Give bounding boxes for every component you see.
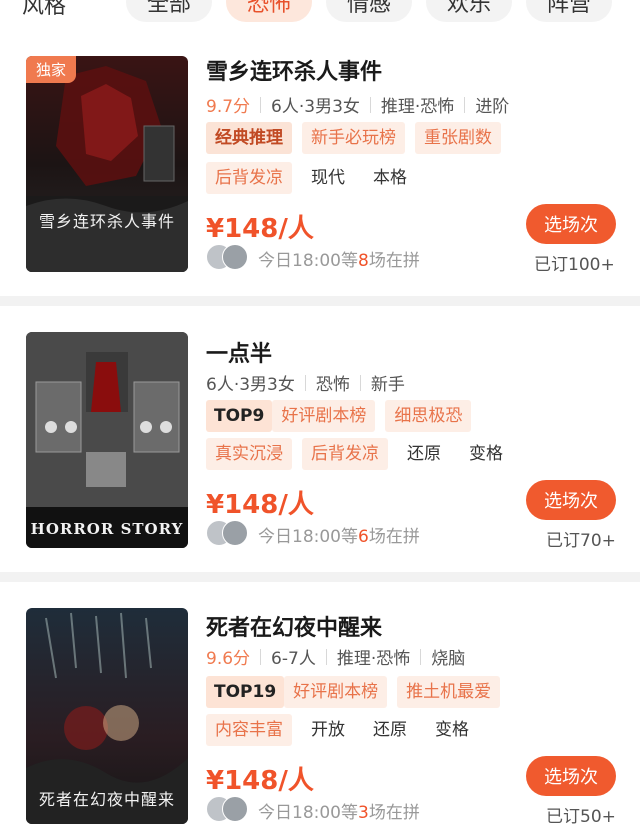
script-title[interactable]: 一点半: [206, 336, 272, 368]
poster-caption: 雪乡连环杀人事件: [38, 212, 175, 231]
tag-row: 内容丰富 开放 还原 变格: [206, 714, 478, 746]
player-count: 6-7人: [271, 649, 316, 669]
tag: 新手必玩榜: [302, 122, 405, 154]
genre: 恐怖: [315, 375, 350, 395]
script-card[interactable]: HORROR STORY 一点半 6人·3男3女 恐怖 新手 TOP9 好评剧本…: [0, 306, 640, 572]
player-avatars: [206, 520, 252, 546]
avatar: [222, 796, 248, 822]
script-meta: 6人·3男3女 恐怖 新手: [206, 370, 405, 395]
tag: 还原: [364, 714, 416, 746]
genre: 推理·恐怖: [336, 649, 411, 669]
poster-caption: 死者在幻夜中醒来: [38, 790, 175, 809]
script-meta: 9.6分 6-7人 推理·恐怖 烧脑: [206, 644, 465, 669]
tag: 推土机最爱: [397, 676, 501, 708]
booked-count: 已订50+: [546, 807, 616, 827]
tag: 细思极恐: [385, 400, 472, 432]
tag-row: TOP19 好评剧本榜 推土机最爱: [206, 676, 501, 708]
tag-row: 经典推理 新手必玩榜 重张剧数: [206, 122, 501, 154]
tag: 后背发凉: [206, 162, 292, 194]
rank-tag: TOP19: [206, 676, 285, 708]
price: ¥148/人: [206, 490, 314, 520]
tag-row: 真实沉浸 后背发凉 还原 变格: [206, 438, 512, 470]
session-info: 今日18:00等3场在拼: [258, 803, 420, 823]
select-session-button[interactable]: 选场次: [526, 756, 616, 796]
player-avatars: [206, 244, 252, 270]
script-card[interactable]: 死者在幻夜中醒来 死者在幻夜中醒来 9.6分 6-7人 推理·恐怖 烧脑 TOP…: [0, 582, 640, 829]
filter-chip-horror[interactable]: 恐怖: [226, 0, 312, 22]
script-meta: 9.7分 6人·3男3女 推理·恐怖 进阶: [206, 92, 509, 117]
session-info: 今日18:00等6场在拼: [258, 527, 420, 547]
select-session-button[interactable]: 选场次: [526, 204, 616, 244]
poster-caption: HORROR STORY: [30, 520, 184, 538]
avatar: [222, 520, 248, 546]
filter-chip-fun[interactable]: 欢乐: [426, 0, 512, 22]
tag: 变格: [426, 714, 478, 746]
style-filter-bar: 风格 全部 恐怖 情感 欢乐 阵营: [0, 0, 640, 34]
poster-image[interactable]: 死者在幻夜中醒来: [26, 608, 188, 824]
filter-chip-faction[interactable]: 阵营: [526, 0, 612, 22]
tag: 还原: [398, 438, 450, 470]
rating-score: 9.7分: [206, 97, 251, 117]
script-title[interactable]: 死者在幻夜中醒来: [206, 610, 382, 642]
rating-score: 9.6分: [206, 649, 251, 669]
player-count: 6人·3男3女: [271, 97, 360, 117]
price: ¥148/人: [206, 214, 314, 244]
tag: 本格: [364, 162, 416, 194]
tag: 好评剧本榜: [272, 400, 376, 432]
tag: 后背发凉: [302, 438, 388, 470]
tag: 重张剧数: [415, 122, 501, 154]
tag: 开放: [302, 714, 354, 746]
tag-row: TOP9 好评剧本榜 细思极恐: [206, 400, 472, 432]
script-card[interactable]: 独家 雪乡连环杀人事件 雪乡连环杀人事件 9.7分 6人·3男3女 推理·恐怖 …: [0, 34, 640, 296]
difficulty: 烧脑: [431, 649, 466, 669]
tag-row: 后背发凉 现代 本格: [206, 162, 416, 194]
filter-chip-emotion[interactable]: 情感: [326, 0, 412, 22]
select-session-button[interactable]: 选场次: [526, 480, 616, 520]
exclusive-badge: 独家: [26, 56, 77, 83]
tag: 经典推理: [206, 122, 292, 154]
booked-count: 已订70+: [546, 531, 616, 551]
poster-image[interactable]: HORROR STORY: [26, 332, 188, 548]
avatar: [222, 244, 248, 270]
filter-chip-all[interactable]: 全部: [126, 0, 212, 22]
tag: 现代: [302, 162, 354, 194]
script-title[interactable]: 雪乡连环杀人事件: [206, 54, 382, 86]
session-info: 今日18:00等8场在拼: [258, 251, 420, 271]
tag: 好评剧本榜: [284, 676, 388, 708]
difficulty: 新手: [370, 375, 405, 395]
booked-count: 已订100+: [534, 255, 615, 275]
tag: 内容丰富: [206, 714, 292, 746]
player-avatars: [206, 796, 252, 822]
tag: 真实沉浸: [206, 438, 292, 470]
poster-image[interactable]: 独家 雪乡连环杀人事件: [26, 56, 188, 272]
tag: 变格: [460, 438, 512, 470]
difficulty: 进阶: [475, 97, 510, 117]
genre: 推理·恐怖: [380, 97, 455, 117]
player-count: 6人·3男3女: [206, 375, 295, 395]
rank-tag: TOP9: [206, 400, 273, 432]
filter-label: 风格: [22, 0, 67, 19]
price: ¥148/人: [206, 766, 314, 796]
